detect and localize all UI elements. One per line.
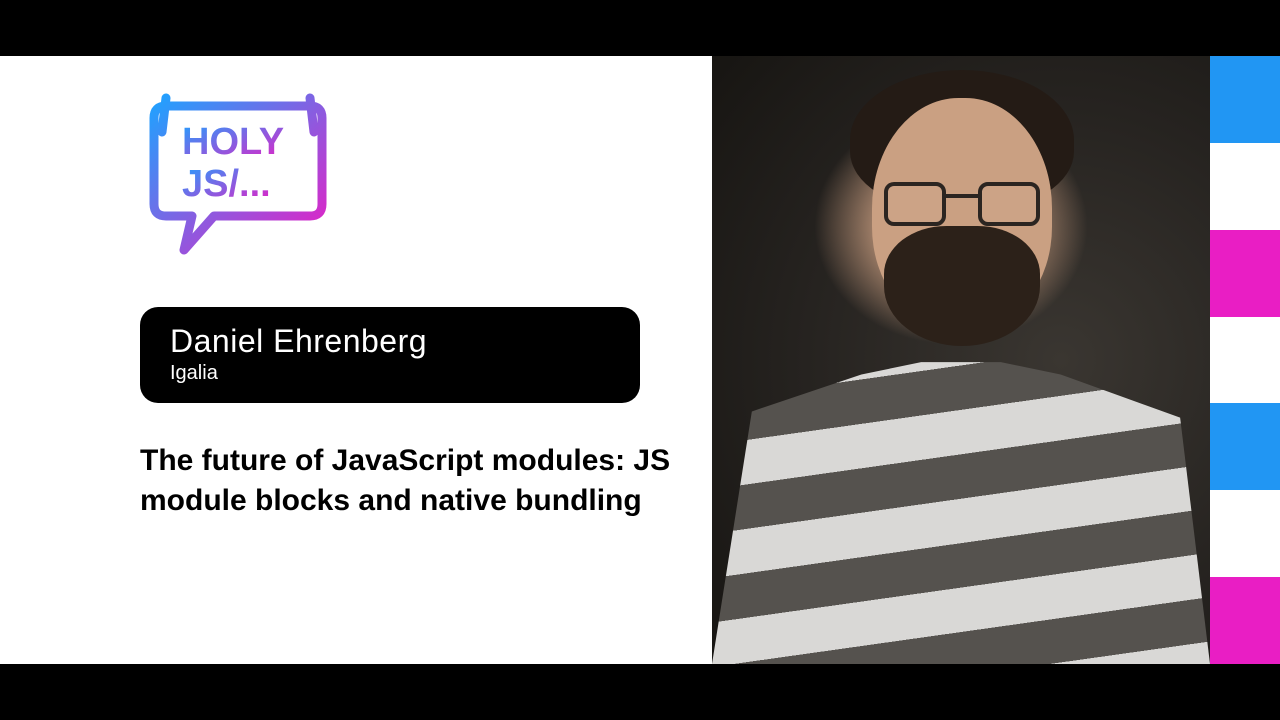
speaker-photo [712, 56, 1210, 664]
stripe [1210, 230, 1280, 317]
stripe [1210, 403, 1280, 490]
photo-glasses [884, 182, 1040, 222]
speaker-company: Igalia [170, 362, 610, 385]
talk-intro-slide: HOLY JS/... Daniel Ehrenberg Igalia The … [0, 56, 1280, 664]
stripe [1210, 577, 1280, 664]
logo-text-line1: HOLY [182, 121, 284, 163]
photo-sweater [712, 356, 1210, 664]
logo-text-line2: JS/... [182, 163, 271, 205]
brand-stripe-column [1210, 56, 1280, 664]
speaker-name: Daniel Ehrenberg [170, 323, 610, 360]
photo-beard [884, 226, 1040, 346]
holyjs-logo-svg: HOLY JS/... [140, 92, 330, 262]
stripe [1210, 56, 1280, 143]
stripe [1210, 317, 1280, 404]
talk-title: The future of JavaScript modules: JS mod… [140, 441, 680, 522]
speaker-badge: Daniel Ehrenberg Igalia [140, 307, 640, 403]
holyjs-logo: HOLY JS/... [140, 92, 712, 267]
info-panel: HOLY JS/... Daniel Ehrenberg Igalia The … [0, 56, 712, 664]
stripe [1210, 143, 1280, 230]
stripe [1210, 490, 1280, 577]
